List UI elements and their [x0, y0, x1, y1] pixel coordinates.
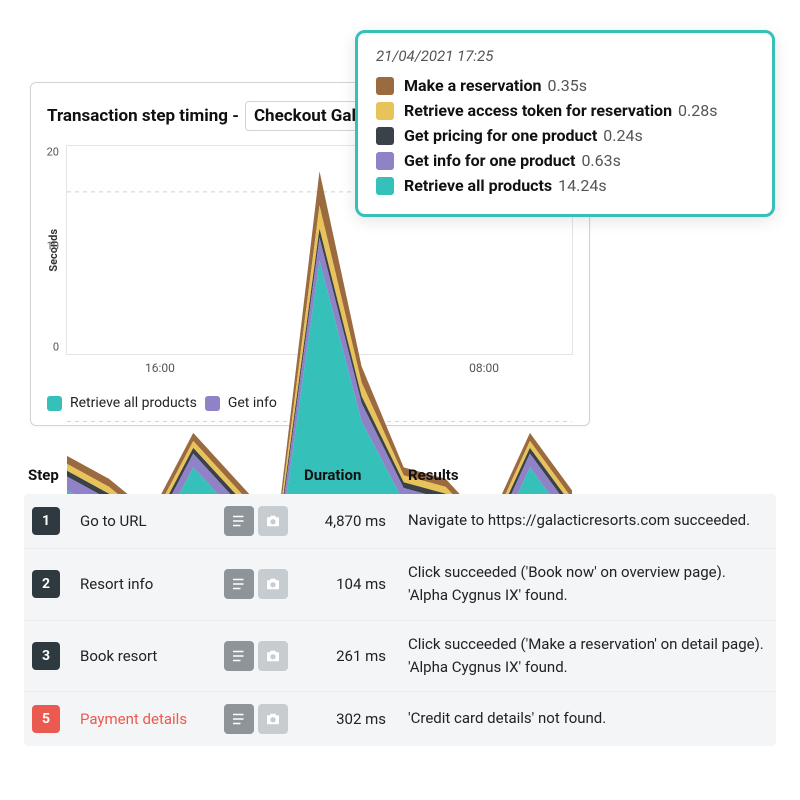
- table-header: Step Duration Results: [24, 456, 776, 494]
- step-duration: 261 ms: [304, 647, 404, 665]
- tooltip-label: Make a reservation: [404, 76, 542, 95]
- step-duration: 302 ms: [304, 710, 404, 728]
- tooltip-row: Get info for one product 0.63s: [376, 148, 754, 173]
- col-step: Step: [28, 466, 220, 484]
- step-result: Navigate to https://galacticresorts.com …: [408, 509, 776, 532]
- log-icon[interactable]: [224, 506, 254, 536]
- chart-title: Transaction step timing -: [47, 106, 239, 126]
- table-row: 5 Payment details 302 ms'Credit card detai…: [24, 692, 776, 746]
- step-result: 'Credit card details' not found.: [408, 707, 776, 730]
- step-name: Resort info: [80, 575, 220, 593]
- table-row: 3 Book resort 261 msClick succeeded ('Make…: [24, 621, 776, 693]
- tooltip-row: Retrieve all products 14.24s: [376, 173, 754, 198]
- steps-section: Step Duration Results 1 Go to URL 4,870 ms…: [24, 456, 776, 746]
- tooltip-swatch: [376, 77, 394, 95]
- tooltip-value: 0.63s: [581, 151, 620, 170]
- tooltip-datetime: 21/04/2021 17:25: [376, 47, 754, 65]
- tooltip-swatch: [376, 152, 394, 170]
- tooltip-swatch: [376, 177, 394, 195]
- tooltip-label: Retrieve access token for reservation: [404, 101, 672, 120]
- y-tick: 10: [47, 240, 65, 253]
- camera-icon[interactable]: [258, 506, 288, 536]
- legend-swatch: [47, 396, 62, 411]
- step-actions: [224, 506, 300, 536]
- step-name: Payment details: [80, 710, 220, 728]
- table-body: 1 Go to URL 4,870 msNavigate to https://ga…: [24, 494, 776, 746]
- tooltip-value: 0.24s: [603, 126, 642, 145]
- step-number-badge: 5: [32, 705, 60, 733]
- tooltip-value: 0.28s: [678, 101, 717, 120]
- log-icon[interactable]: [224, 641, 254, 671]
- step-result: Click succeeded ('Make a reservation' on…: [408, 633, 776, 680]
- tooltip-swatch: [376, 102, 394, 120]
- y-tick: 20: [47, 145, 65, 158]
- log-icon[interactable]: [224, 569, 254, 599]
- tooltip-value: 14.24s: [558, 176, 606, 195]
- step-actions: [224, 641, 300, 671]
- step-duration: 104 ms: [304, 575, 404, 593]
- table-row: 2 Resort info 104 msClick succeeded ('Book…: [24, 549, 776, 621]
- step-number-badge: 2: [32, 570, 60, 598]
- tooltip-label: Retrieve all products: [404, 176, 552, 195]
- step-result: Click succeeded ('Book now' on overview …: [408, 561, 776, 608]
- step-number-badge: 1: [32, 507, 60, 535]
- step-name: Go to URL: [80, 512, 220, 530]
- col-results: Results: [408, 466, 776, 484]
- chart-tooltip: 21/04/2021 17:25 Make a reservation 0.35…: [355, 30, 775, 217]
- tooltip-label: Get pricing for one product: [404, 126, 597, 145]
- tooltip-label: Get info for one product: [404, 151, 575, 170]
- camera-icon[interactable]: [258, 641, 288, 671]
- chart-select-value: Checkout Gala: [254, 106, 365, 126]
- tooltip-row: Get pricing for one product 0.24s: [376, 123, 754, 148]
- tooltip-row: Make a reservation 0.35s: [376, 73, 754, 98]
- tooltip-row: Retrieve access token for reservation 0.…: [376, 98, 754, 123]
- step-actions: [224, 704, 300, 734]
- step-duration: 4,870 ms: [304, 512, 404, 530]
- step-name: Book resort: [80, 647, 220, 665]
- y-tick: 0: [53, 341, 65, 354]
- camera-icon[interactable]: [258, 704, 288, 734]
- tooltip-swatch: [376, 127, 394, 145]
- camera-icon[interactable]: [258, 569, 288, 599]
- tooltip-value: 0.35s: [548, 76, 587, 95]
- log-icon[interactable]: [224, 704, 254, 734]
- col-duration: Duration: [304, 466, 404, 484]
- step-number-badge: 3: [32, 642, 60, 670]
- table-row: 1 Go to URL 4,870 msNavigate to https://ga…: [24, 494, 776, 549]
- step-actions: [224, 569, 300, 599]
